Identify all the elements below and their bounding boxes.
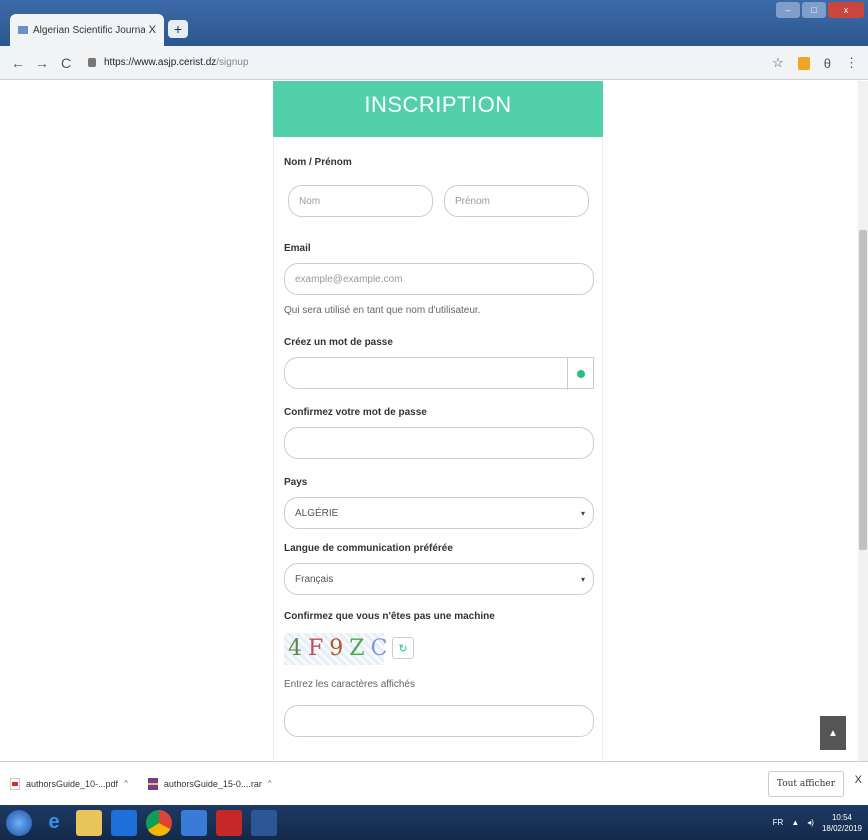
pdf-file-icon: [10, 777, 20, 790]
download-options-icon[interactable]: ^: [124, 779, 128, 788]
forward-arrow-icon[interactable]: →: [34, 55, 50, 71]
bookmark-star-icon[interactable]: ☆: [772, 55, 784, 71]
email-input[interactable]: example@example.com: [284, 263, 594, 295]
volume-icon[interactable]: ◂): [807, 818, 814, 827]
browser-menu-icon[interactable]: ⋮: [845, 55, 858, 71]
browser-toolbar: ← → C https://www.asjp.cerist.dz /signup…: [0, 46, 868, 80]
minimize-window-icon[interactable]: –: [776, 2, 800, 18]
country-label: Pays: [284, 477, 308, 488]
site-favicon-icon: [18, 26, 28, 34]
clock-date: 18/02/2019: [821, 823, 862, 833]
language-indicator[interactable]: FR: [773, 818, 784, 827]
profile-icon[interactable]: θ: [824, 56, 831, 71]
word-icon[interactable]: [251, 809, 277, 836]
captcha-char: 9: [329, 636, 350, 661]
captcha-image: 4F9ZC: [284, 633, 387, 665]
prenom-input[interactable]: Prénom: [444, 185, 589, 217]
language-value: Français: [295, 573, 334, 585]
media-player-icon[interactable]: [111, 809, 137, 836]
close-tab-icon[interactable]: X: [149, 24, 156, 36]
password-input[interactable]: [284, 357, 594, 390]
download-filename: authorsGuide_10-...pdf: [26, 778, 119, 789]
address-bar[interactable]: https://www.asjp.cerist.dz /signup: [88, 57, 249, 68]
file-explorer-icon[interactable]: [76, 809, 102, 836]
signup-form: Nom / Prénom Nom Prénom Email example@ex…: [273, 137, 603, 761]
refresh-captcha-icon[interactable]: ↻: [392, 637, 414, 659]
close-window-icon[interactable]: x: [828, 2, 864, 18]
extension-icon[interactable]: [797, 56, 810, 70]
captcha-char: C: [370, 636, 394, 661]
clock-time: 10:54: [831, 812, 852, 822]
confirm-password-input[interactable]: [284, 427, 594, 459]
start-button-icon[interactable]: [6, 809, 32, 836]
dropdown-arrow-icon: ▾: [580, 508, 585, 518]
captcha-char: Z: [349, 636, 371, 661]
password-label: Créez un mot de passe: [284, 337, 393, 348]
browser-tab[interactable]: Algerian Scientific Journal Platfo X: [10, 14, 164, 46]
url-path: /signup: [216, 57, 249, 68]
nom-input[interactable]: Nom: [288, 185, 433, 217]
captcha-hint: Entrez les caractères affichés: [284, 679, 415, 690]
system-tray: FR ▲ ◂) 10:54 18/02/2019: [773, 805, 862, 840]
tab-title: Algerian Scientific Journal Platfo: [33, 24, 145, 36]
clock[interactable]: 10:54 18/02/2019: [822, 812, 862, 834]
language-label: Langue de communication préférée: [284, 543, 453, 554]
page-title: INSCRIPTION: [273, 81, 603, 137]
dropdown-arrow-icon: ▾: [580, 574, 585, 584]
maximize-window-icon[interactable]: □: [802, 2, 826, 18]
chrome-icon[interactable]: [146, 809, 172, 836]
acrobat-icon[interactable]: [216, 809, 242, 836]
scrollbar-thumb[interactable]: [859, 230, 867, 550]
download-filename: authorsGuide_15-0....rar: [163, 778, 262, 789]
close-downloads-icon[interactable]: X: [855, 774, 862, 786]
show-password-eye-icon[interactable]: [567, 358, 593, 390]
browser-tab-bar: Algerian Scientific Journal Platfo X + –…: [0, 0, 868, 46]
new-tab-button[interactable]: +: [168, 20, 188, 38]
confirm-password-label: Confirmez votre mot de passe: [284, 407, 427, 418]
name-label: Nom / Prénom: [284, 157, 352, 168]
email-label: Email: [284, 243, 311, 254]
url-host: https://www.asjp.cerist.dz: [104, 57, 217, 68]
country-value: ALGÉRIE: [295, 507, 339, 519]
network-icon[interactable]: [181, 809, 207, 836]
internet-explorer-icon[interactable]: e: [41, 810, 67, 836]
back-arrow-icon[interactable]: ←: [10, 55, 26, 71]
show-all-downloads-button[interactable]: Tout afficher: [767, 771, 844, 797]
language-select[interactable]: Français ▾: [284, 563, 594, 595]
download-options-icon[interactable]: ^: [268, 779, 272, 788]
tray-flag-icon[interactable]: ▲: [791, 818, 799, 827]
download-item[interactable]: authorsGuide_10-...pdf ^: [10, 777, 128, 790]
downloads-bar: authorsGuide_10-...pdf ^ authorsGuide_15…: [0, 761, 868, 805]
reload-icon[interactable]: C: [58, 55, 74, 71]
lock-icon: [88, 58, 96, 67]
captcha-input[interactable]: [284, 705, 594, 737]
email-hint: Qui sera utilisé en tant que nom d'utili…: [284, 305, 481, 316]
captcha-label: Confirmez que vous n'êtes pas une machin…: [284, 611, 495, 622]
windows-taskbar: e FR ▲ ◂) 10:54 18/02/2019: [0, 805, 868, 840]
captcha-char: F: [308, 636, 330, 661]
country-select[interactable]: ALGÉRIE ▾: [284, 497, 594, 529]
rar-file-icon: [147, 777, 158, 790]
page-content: INSCRIPTION Nom / Prénom Nom Prénom Emai…: [0, 81, 858, 761]
download-item[interactable]: authorsGuide_15-0....rar ^: [147, 777, 272, 790]
captcha-char: 4: [288, 636, 308, 661]
scroll-to-top-button[interactable]: ▲: [820, 716, 846, 750]
window-controls: – □ x: [776, 2, 864, 18]
